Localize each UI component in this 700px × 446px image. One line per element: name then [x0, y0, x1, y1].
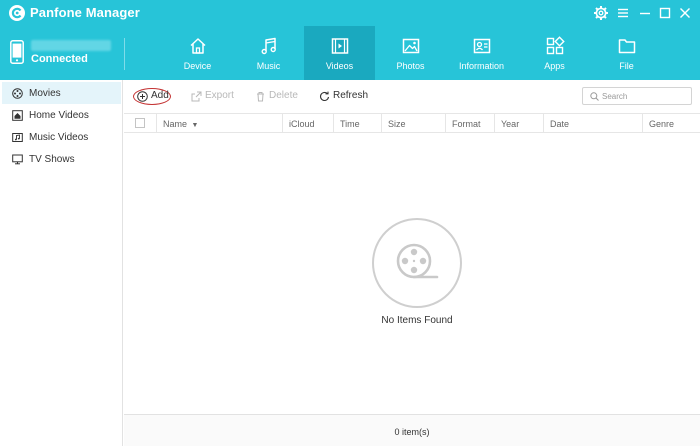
tab-label: Information [458, 61, 505, 71]
tab-information[interactable]: Information [446, 26, 517, 80]
trash-icon [257, 92, 264, 102]
contact-card-icon [473, 38, 490, 54]
folder-icon [618, 39, 635, 54]
column-header-genre[interactable]: Genre [642, 114, 700, 133]
app-title: Panfone Manager [30, 5, 140, 20]
main-header: Connected Device Music Videos Photos Inf… [0, 26, 700, 80]
search-box[interactable] [582, 87, 692, 105]
refresh-button[interactable]: Refresh [319, 90, 369, 104]
film-reel-icon [12, 88, 23, 99]
sidebar-item-label: TV Shows [29, 154, 75, 165]
column-label: Format [452, 119, 481, 129]
device-name-redacted [31, 40, 111, 51]
menu-icon[interactable] [615, 5, 631, 21]
sidebar-item-label: Movies [29, 88, 61, 99]
tab-label: Photos [396, 61, 425, 71]
delete-label: Delete [269, 90, 298, 101]
tab-apps[interactable]: Apps [519, 26, 590, 80]
empty-state-text: No Items Found [381, 315, 453, 326]
music-video-icon [12, 133, 23, 142]
column-label: Size [388, 119, 406, 129]
column-label: Time [340, 119, 360, 129]
home-icon [189, 38, 206, 54]
column-header-time[interactable]: Time [333, 114, 381, 133]
tab-label: Apps [544, 61, 565, 71]
column-header-icloud[interactable]: iCloud [282, 114, 333, 133]
app-logo-icon [9, 5, 25, 21]
table-header: Name ▼ iCloud Time Size Format Year Date… [124, 113, 700, 133]
select-all-checkbox[interactable] [135, 118, 145, 128]
export-label: Export [205, 90, 234, 101]
tab-file[interactable]: File [591, 26, 662, 80]
settings-gear-icon[interactable] [593, 5, 609, 21]
item-count: 0 item(s) [394, 427, 430, 437]
tab-videos[interactable]: Videos [304, 26, 375, 80]
sidebar-item-movies[interactable]: Movies [2, 82, 121, 104]
image-icon [402, 38, 419, 54]
toolbar: Add Export Delete Refresh [124, 80, 700, 113]
tv-icon [12, 154, 23, 165]
phone-icon [10, 40, 24, 64]
column-label: iCloud [289, 119, 315, 129]
close-icon[interactable] [677, 5, 693, 21]
device-status: Connected [31, 53, 88, 65]
add-button[interactable]: Add [137, 90, 169, 104]
tab-photos[interactable]: Photos [375, 26, 446, 80]
film-reel-icon [396, 243, 439, 279]
delete-button[interactable]: Delete [255, 90, 299, 104]
column-header-name[interactable]: Name ▼ [156, 114, 282, 133]
home-video-icon [12, 110, 23, 121]
header-divider [124, 38, 125, 70]
search-icon [590, 92, 599, 101]
column-label: Name [163, 119, 188, 129]
status-footer: 0 item(s) [124, 414, 700, 446]
title-bar: Panfone Manager [0, 0, 700, 26]
column-header-size[interactable]: Size [381, 114, 445, 133]
maximize-icon[interactable] [657, 5, 673, 21]
column-label: Date [550, 119, 570, 129]
tab-label: File [619, 61, 634, 71]
tab-label: Device [183, 61, 212, 71]
tab-label: Videos [325, 61, 354, 71]
apps-grid-icon [546, 36, 565, 55]
sidebar-item-label: Home Videos [29, 110, 89, 121]
add-label: Add [151, 90, 169, 101]
column-label: Year [501, 119, 520, 129]
sidebar-item-music-videos[interactable]: Music Videos [2, 126, 121, 148]
empty-state-circle [372, 218, 462, 308]
refresh-icon [320, 91, 330, 102]
sidebar: Movies Home Videos Music Videos TV Shows [0, 80, 123, 446]
tab-device[interactable]: Device [162, 26, 233, 80]
film-icon [331, 38, 348, 54]
sort-caret-icon: ▼ [191, 122, 199, 129]
refresh-label: Refresh [333, 90, 369, 101]
column-header-format[interactable]: Format [445, 114, 494, 133]
sidebar-item-label: Music Videos [29, 132, 89, 143]
column-header-year[interactable]: Year [494, 114, 543, 133]
search-input[interactable] [602, 90, 687, 102]
plus-circle-icon [137, 91, 148, 102]
sidebar-item-tv-shows[interactable]: TV Shows [2, 148, 121, 170]
music-note-icon [260, 37, 276, 55]
tab-music[interactable]: Music [233, 26, 304, 80]
sidebar-item-home-videos[interactable]: Home Videos [2, 104, 121, 126]
column-header-date[interactable]: Date [543, 114, 642, 133]
export-button[interactable]: Export [191, 90, 235, 104]
export-icon [191, 91, 202, 102]
tab-label: Music [256, 61, 281, 71]
minimize-icon[interactable] [637, 5, 653, 21]
column-label: Genre [649, 119, 675, 129]
